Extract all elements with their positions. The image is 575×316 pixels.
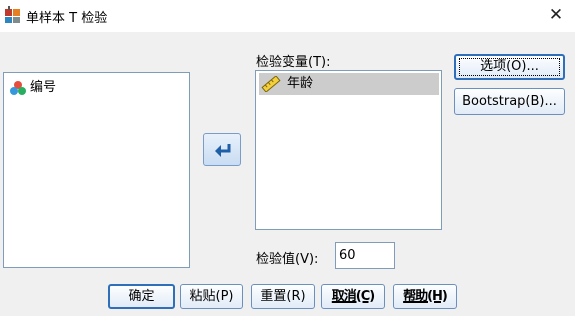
close-button[interactable]: ✕ bbox=[545, 5, 567, 25]
test-value-label: 检验值(V): bbox=[256, 252, 319, 267]
source-list-item[interactable]: 编号 bbox=[9, 79, 179, 97]
dialog-body: 编号 检验变量(T): 年龄 检验值(V): 60 选项(O)... Boots… bbox=[0, 32, 575, 316]
window-title: 单样本 T 检验 bbox=[26, 11, 108, 26]
paste-button[interactable]: 粘贴(P) bbox=[180, 284, 243, 309]
source-variable-list[interactable]: 编号 bbox=[3, 72, 190, 268]
reset-button[interactable]: 重置(R) bbox=[251, 284, 315, 309]
focus-rectangle bbox=[459, 58, 560, 76]
test-variable-item[interactable]: 年龄 bbox=[259, 73, 439, 95]
spss-app-icon bbox=[4, 6, 22, 24]
move-right-arrow-icon bbox=[215, 144, 231, 157]
nominal-variable-icon bbox=[9, 80, 27, 96]
options-button[interactable]: 选项(O)... bbox=[454, 54, 565, 80]
ok-button[interactable]: 确定 bbox=[108, 284, 175, 309]
test-variable-label: 年龄 bbox=[287, 76, 314, 91]
help-button-label: 帮助(H) bbox=[403, 289, 448, 304]
bootstrap-button[interactable]: Bootstrap(B)... bbox=[454, 88, 565, 115]
test-variables-label: 检验变量(T): bbox=[256, 55, 331, 70]
move-variable-button[interactable] bbox=[203, 133, 241, 166]
test-value-input[interactable] bbox=[335, 242, 395, 269]
source-item-label: 编号 bbox=[30, 80, 57, 95]
help-button[interactable]: 帮助(H) bbox=[393, 284, 457, 309]
cancel-button[interactable]: 取消(C) bbox=[321, 284, 385, 309]
cancel-button-label: 取消(C) bbox=[331, 289, 375, 304]
scale-variable-ruler-icon bbox=[261, 75, 281, 93]
title-bar: 单样本 T 检验 ✕ bbox=[0, 0, 575, 32]
test-variables-list[interactable]: 年龄 bbox=[255, 70, 442, 230]
